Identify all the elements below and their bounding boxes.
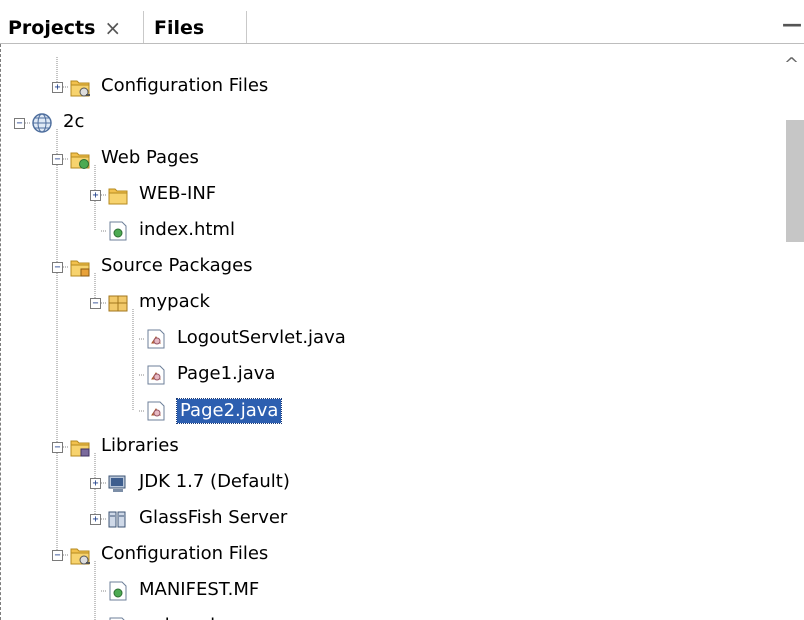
config-folder-icon [69, 76, 91, 98]
tree-node-label[interactable]: web.xml [139, 615, 215, 620]
tree-expander[interactable]: − [52, 262, 63, 273]
tree-node-label[interactable]: Source Packages [101, 255, 253, 277]
tree-node-label[interactable]: Configuration Files [101, 75, 268, 97]
tab-projects[interactable]: Projects × [0, 11, 142, 44]
jdk-icon [107, 472, 129, 494]
tree-node-label[interactable]: Page1.java [177, 363, 275, 385]
tree-node-label[interactable]: Page2.java [175, 398, 283, 424]
tree-node-label[interactable]: LogoutServlet.java [177, 327, 346, 349]
tree-expander[interactable]: − [52, 154, 63, 165]
folder-icon [107, 184, 129, 206]
tree-node-label[interactable]: Libraries [101, 435, 179, 457]
tree-expander[interactable]: − [52, 550, 63, 561]
config-folder-icon [69, 544, 91, 566]
tree-node-label[interactable]: GlassFish Server [139, 507, 287, 529]
web-folder-icon [69, 148, 91, 170]
tree-expander[interactable]: − [52, 442, 63, 453]
tab-bar: Projects × Files — [0, 0, 804, 44]
tree-expander[interactable]: + [52, 82, 63, 93]
tree-node-label[interactable]: JDK 1.7 (Default) [139, 471, 290, 493]
java-file-icon [145, 364, 167, 386]
library-folder-icon [69, 436, 91, 458]
tab-projects-label: Projects [8, 16, 96, 39]
java-file-icon [145, 328, 167, 350]
manifest-file-icon [107, 580, 129, 602]
tree-node-label[interactable]: WEB-INF [139, 183, 216, 205]
tree-expander[interactable]: − [90, 298, 101, 309]
tree-expander[interactable]: + [90, 514, 101, 525]
tree-expander[interactable]: − [14, 118, 25, 129]
source-folder-icon [69, 256, 91, 278]
tree-connector-lines [25, 57, 145, 620]
tree-node-label[interactable]: mypack [139, 291, 210, 313]
tree-node-label[interactable]: index.html [139, 219, 235, 241]
tree-expander[interactable]: + [90, 478, 101, 489]
minimize-icon[interactable]: — [782, 12, 802, 36]
close-icon[interactable]: × [104, 16, 121, 40]
tab-files-label: Files [154, 16, 205, 39]
tree-node-label[interactable]: Configuration Files [101, 543, 268, 565]
globe-project-icon [31, 112, 53, 134]
scroll-up-icon[interactable]: ^ [784, 54, 799, 75]
tree-node-label[interactable]: MANIFEST.MF [139, 579, 259, 601]
tree-expander[interactable]: + [90, 190, 101, 201]
tree-node-label[interactable]: 2c [63, 111, 84, 133]
vertical-scrollbar[interactable]: ^ [782, 44, 804, 620]
tree-node-label[interactable]: Web Pages [101, 147, 199, 169]
html-file-icon [107, 220, 129, 242]
java-file-icon [145, 400, 167, 422]
project-tree[interactable]: + Configuration Files − 2c − Web Pages + WE… [0, 44, 782, 620]
tab-files[interactable]: Files [143, 11, 247, 44]
xml-file-icon [107, 616, 129, 620]
scrollbar-thumb[interactable] [786, 120, 804, 242]
package-icon [107, 292, 129, 314]
server-library-icon [107, 508, 129, 530]
